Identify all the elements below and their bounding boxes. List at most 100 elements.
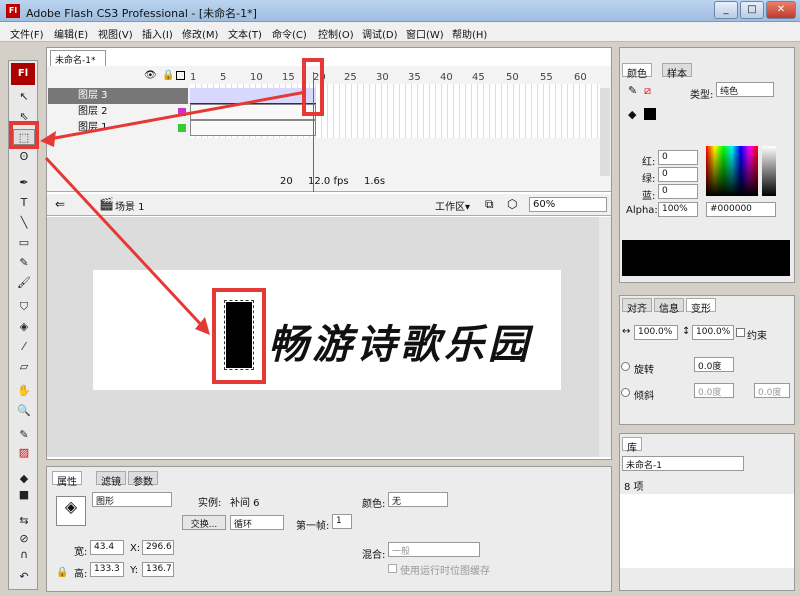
zoom-tool-icon[interactable]: 🔍 — [13, 403, 35, 419]
cache-checkbox[interactable] — [388, 564, 397, 573]
lock-icon[interactable]: 🔒 — [162, 70, 174, 81]
smooth-icon[interactable]: ↶ — [13, 569, 35, 585]
fill-bucket-swatch-icon[interactable]: ◆ — [13, 471, 35, 487]
frame-number: 40 — [440, 72, 453, 83]
fill-bucket-icon[interactable]: ◆ — [628, 108, 636, 121]
scale-width-input[interactable]: 100.0% — [634, 325, 678, 340]
skew-radio[interactable] — [621, 388, 630, 397]
menu-insert[interactable]: 插入(I) — [142, 26, 173, 41]
eraser-icon[interactable]: ▱ — [13, 359, 35, 375]
pencil-tool-icon[interactable]: ✎ — [13, 255, 35, 271]
edit-symbol-icon[interactable]: ⬡ — [507, 197, 517, 211]
menu-debug[interactable]: 调试(D) — [362, 26, 398, 41]
layer-row-1[interactable]: 图层 1 — [48, 120, 188, 136]
x-input[interactable]: 296.6 — [142, 540, 174, 555]
tab-parameters[interactable]: 参数 — [128, 471, 158, 488]
height-input[interactable]: 133.3 — [90, 562, 124, 577]
green-input[interactable]: 0 — [658, 167, 698, 182]
blue-input[interactable]: 0 — [658, 184, 698, 199]
blend-select[interactable]: 一般 — [388, 542, 480, 557]
skew-v-input[interactable]: 0.0度 — [754, 383, 790, 398]
no-stroke-icon[interactable]: ⧄ — [644, 84, 651, 98]
menu-file[interactable]: 文件(F) — [10, 26, 44, 41]
document-tab[interactable]: 未命名-1* — [50, 50, 106, 66]
close-button[interactable]: ✕ — [766, 1, 796, 19]
tab-properties[interactable]: 属性 — [52, 471, 82, 488]
menu-modify[interactable]: 修改(M) — [182, 26, 218, 41]
outline-icon[interactable] — [176, 71, 185, 80]
stage-scrollbar[interactable] — [599, 217, 611, 457]
line-tool-icon[interactable]: ╲ — [13, 215, 35, 231]
layer-row-3[interactable]: 图层 3 — [48, 88, 188, 104]
minimize-button[interactable]: _ — [714, 1, 738, 19]
tab-filters[interactable]: 滤镜 — [96, 471, 126, 488]
menu-help[interactable]: 帮助(H) — [452, 26, 487, 41]
eyedropper-icon[interactable]: ⁄ — [13, 339, 35, 355]
tab-color[interactable]: 颜色 — [622, 63, 652, 80]
menu-commands[interactable]: 命令(C) — [272, 26, 307, 41]
tab-library[interactable]: 库 — [622, 437, 642, 454]
constrain-checkbox[interactable] — [736, 328, 745, 337]
tab-align[interactable]: 对齐 — [622, 298, 652, 315]
alpha-input[interactable]: 100% — [658, 202, 698, 217]
zoom-select[interactable]: 60% — [529, 197, 607, 212]
fill-type-select[interactable]: 纯色 — [716, 82, 774, 97]
lasso-tool-icon[interactable]: ʘ — [13, 149, 35, 165]
menu-text[interactable]: 文本(T) — [228, 26, 262, 41]
stroke-color-icon[interactable]: ✎ — [13, 427, 35, 443]
library-doc-select[interactable]: 未命名-1 — [622, 456, 744, 471]
stroke-pencil-icon[interactable]: ✎ — [628, 84, 637, 97]
hex-input[interactable]: #000000 — [706, 202, 776, 217]
tab-info[interactable]: 信息 — [654, 298, 684, 315]
rotate-radio[interactable] — [621, 362, 630, 371]
maximize-button[interactable]: □ — [740, 1, 764, 19]
skew-h-input[interactable]: 0.0度 — [694, 383, 734, 398]
selection-tool-icon[interactable]: ↖ — [13, 89, 35, 105]
rectangle-tool-icon[interactable]: ▭ — [13, 235, 35, 251]
no-color-icon[interactable]: ⊘ — [13, 531, 35, 547]
layer-row-2[interactable]: 图层 2 — [48, 104, 188, 120]
edit-scene-icon[interactable]: ⧉ — [485, 197, 494, 212]
scale-height-input[interactable]: 100.0% — [692, 325, 734, 340]
red-input[interactable]: 0 — [658, 150, 698, 165]
menu-control[interactable]: 控制(O) — [318, 26, 354, 41]
fill-color-swatch[interactable] — [644, 108, 656, 120]
tab-transform[interactable]: 变形 — [686, 298, 716, 315]
width-input[interactable]: 43.4 — [90, 540, 124, 555]
color-label: 颜色: — [362, 499, 386, 510]
swap-button[interactable]: 交换... — [182, 515, 226, 530]
paint-bucket-icon[interactable]: ◈ — [13, 319, 35, 335]
timeline-scrollbar[interactable] — [600, 88, 610, 176]
frame-span[interactable] — [190, 120, 316, 136]
tab-swatches[interactable]: 样本 — [662, 63, 692, 80]
ink-bottle-icon[interactable]: ⛉ — [13, 299, 35, 315]
rotate-input[interactable]: 0.0度 — [694, 357, 734, 372]
menu-view[interactable]: 视图(V) — [98, 26, 133, 41]
tween-span[interactable] — [190, 88, 316, 104]
app-logo-icon: Fl — [6, 4, 20, 18]
color-select[interactable]: 无 — [388, 492, 448, 507]
back-icon[interactable]: ⇐ — [55, 197, 65, 211]
brush-tool-icon[interactable]: 🖌 — [13, 275, 35, 291]
swap-colors-icon[interactable]: ⇆ — [13, 513, 35, 529]
first-frame-input[interactable]: 1 — [332, 514, 352, 529]
hand-tool-icon[interactable]: ✋ — [13, 383, 35, 399]
loop-select[interactable]: 循环 — [230, 515, 284, 530]
lock-ratio-icon[interactable]: 🔒 — [56, 567, 68, 578]
menu-window[interactable]: 窗口(W) — [406, 26, 444, 41]
pen-tool-icon[interactable]: ✒ — [13, 175, 35, 191]
color-spectrum[interactable] — [706, 146, 758, 196]
black-swatch-icon[interactable]: ■ — [13, 487, 35, 503]
scene-label[interactable]: 场景 1 — [115, 198, 145, 213]
y-input[interactable]: 136.7 — [142, 562, 174, 577]
fill-color-icon[interactable]: ▨ — [13, 445, 35, 461]
frame-span[interactable] — [190, 104, 316, 120]
workspace-menu[interactable]: 工作区▾ — [435, 198, 470, 213]
menu-edit[interactable]: 编辑(E) — [54, 26, 88, 41]
snap-magnet-icon[interactable]: ∩ — [13, 547, 35, 563]
eye-icon[interactable]: 👁 — [144, 70, 157, 81]
symbol-type-select[interactable]: 图形 — [92, 492, 172, 507]
text-tool-icon[interactable]: T — [13, 195, 35, 211]
brightness-slider[interactable] — [762, 146, 776, 196]
frame-number: 1 — [190, 72, 197, 83]
